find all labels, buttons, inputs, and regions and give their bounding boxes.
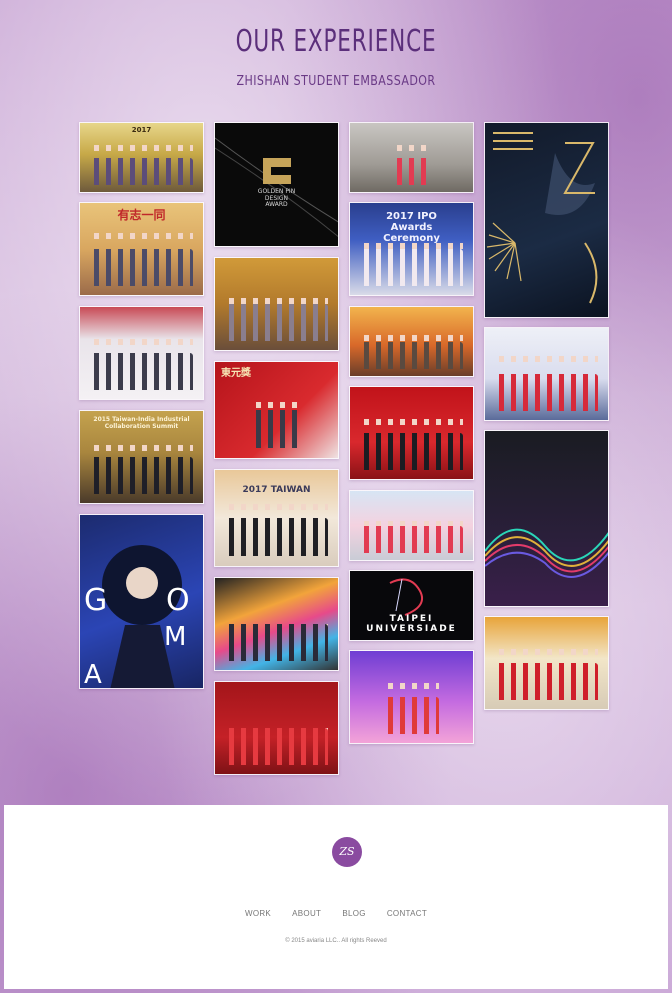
nav-link-contact[interactable]: CONTACT	[387, 909, 427, 918]
photo-caption: 有志一同	[117, 208, 166, 222]
svg-text:A: A	[84, 660, 102, 689]
gallery-photo[interactable]: 2017 TAIWAN	[214, 469, 339, 567]
gallery-photo[interactable]: TAIPEI UNIVERSIADE	[349, 570, 474, 641]
gallery-photo[interactable]	[349, 650, 474, 744]
photo-caption: GOLDEN PIN DESIGN AWARD	[257, 188, 296, 209]
gallery-photo[interactable]	[214, 681, 339, 775]
svg-text:O: O	[166, 583, 190, 618]
gallery-photo[interactable]	[349, 122, 474, 193]
gallery-photo[interactable]: 2017 IPO Awards Ceremony	[349, 202, 474, 296]
gallery-photo[interactable]: GOLDEN PIN DESIGN AWARD	[214, 122, 339, 247]
svg-text:G: G	[84, 583, 107, 618]
hero-section: OUR EXPERIENCE ZHISHAN STUDENT EMBASSADO…	[0, 0, 672, 805]
gallery-photo[interactable]	[349, 386, 474, 480]
footer-nav: WORK ABOUT BLOG CONTACT	[4, 901, 668, 920]
gallery-photo[interactable]	[484, 122, 609, 318]
photo-caption: 2015 Taiwan-India Industrial Collaborati…	[93, 416, 190, 430]
photo-caption: 東元獎	[221, 368, 251, 379]
nav-link-work[interactable]: WORK	[245, 909, 271, 918]
photo-caption: 2017 TAIWAN	[242, 485, 311, 495]
site-logo[interactable]: ZS	[332, 837, 362, 867]
abstract-poster-artwork	[486, 132, 598, 304]
page-subtitle: ZHISHAN STUDENT EMBASSADOR	[236, 74, 436, 89]
photo-gallery: 2017 有志一同 2015 Taiwan-India Industrial C…	[79, 122, 611, 782]
gallery-photo[interactable]: 2017	[79, 122, 204, 193]
golden-pin-artwork	[215, 137, 338, 238]
gallery-photo[interactable]	[484, 327, 609, 421]
gallery-photo[interactable]: 有志一同	[79, 202, 204, 296]
gallery-photo[interactable]: G O M A	[79, 514, 204, 689]
photo-caption: 2017 IPO Awards Ceremony	[383, 211, 440, 244]
site-footer: ZS WORK ABOUT BLOG CONTACT © 2015 aviari…	[4, 805, 668, 989]
gallery-photo[interactable]	[349, 306, 474, 377]
copyright-text: © 2015 aviaria LLC.. All rights Reeved	[285, 938, 387, 944]
svg-text:M: M	[164, 622, 186, 652]
gallery-photo[interactable]	[484, 616, 609, 710]
nav-link-blog[interactable]: BLOG	[342, 909, 365, 918]
photo-caption: 2017	[131, 126, 152, 134]
gallery-photo[interactable]	[214, 257, 339, 351]
gallery-photo[interactable]	[79, 306, 204, 400]
gallery-photo[interactable]: 東元獎	[214, 361, 339, 459]
nav-link-about[interactable]: ABOUT	[292, 909, 321, 918]
poster-artwork: G O M A	[84, 545, 190, 689]
page-title: OUR EXPERIENCE	[235, 24, 437, 59]
waveform-artwork	[485, 528, 608, 578]
gallery-photo[interactable]	[484, 430, 609, 607]
gallery-photo[interactable]	[214, 577, 339, 671]
photo-caption: TAIPEI UNIVERSIADE	[366, 614, 457, 634]
gallery-photo[interactable]	[349, 490, 474, 561]
gallery-photo[interactable]: 2015 Taiwan-India Industrial Collaborati…	[79, 410, 204, 504]
